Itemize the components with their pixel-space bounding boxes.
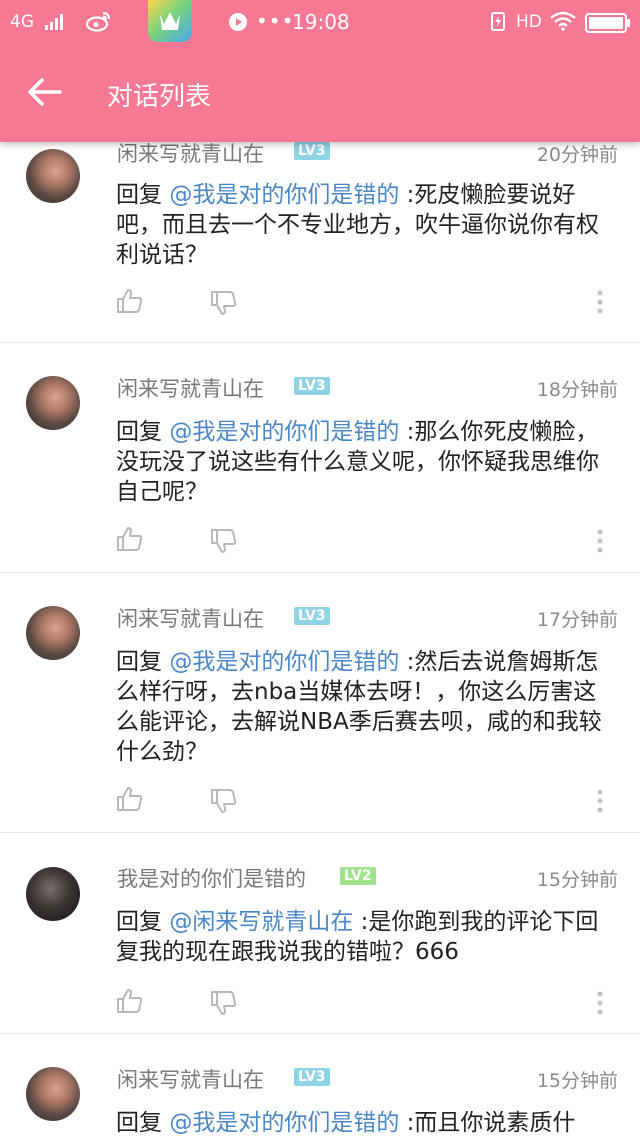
comment-item: 闲来写就青山在 LV3 20分钟前 回复 @我是对的你们是错的 :死皮懒脸要说好… (0, 142, 640, 343)
avatar[interactable] (26, 867, 80, 921)
media-play-icon (228, 12, 248, 36)
comment-item: 闲来写就青山在 LV3 18分钟前 回复 @我是对的你们是错的 :那么你死皮懒脸… (0, 343, 640, 573)
comment-content: 回复 @我是对的你们是错的 :然后去说詹姆斯怎么样行呀，去nba当媒体去呀！，你… (116, 647, 616, 767)
like-button[interactable] (116, 786, 144, 816)
charging-icon (490, 11, 506, 35)
thumbs-down-icon (211, 529, 237, 553)
like-button[interactable] (116, 288, 144, 318)
mention-link[interactable]: @我是对的你们是错的 (169, 182, 399, 208)
mention-link[interactable]: @我是对的你们是错的 (169, 419, 399, 445)
mention-link[interactable]: @我是对的你们是错的 (169, 649, 399, 675)
thumbs-up-icon (117, 527, 143, 551)
page-title: 对话列表 (107, 82, 212, 112)
comment-item: 闲来写就青山在 LV3 17分钟前 回复 @我是对的你们是错的 :然后去说詹姆斯… (0, 573, 640, 833)
like-button[interactable] (116, 988, 144, 1018)
reply-prefix: 回复 (116, 909, 170, 935)
more-options-button[interactable] (596, 290, 604, 318)
more-vertical-icon (597, 529, 603, 553)
dislike-button[interactable] (210, 528, 238, 558)
level-badge: LV3 (294, 1068, 330, 1086)
thumbs-up-icon (117, 289, 143, 313)
avatar[interactable] (26, 1067, 80, 1121)
comment-item: 我是对的你们是错的 LV2 15分钟前 回复 @闲来写就青山在 :是你跑到我的评… (0, 833, 640, 1034)
thumbs-down-icon (211, 291, 237, 315)
mention-link[interactable]: @我是对的你们是错的 (169, 1110, 399, 1136)
more-options-button[interactable] (596, 991, 604, 1019)
reply-prefix: 回复 (116, 1110, 170, 1136)
reply-prefix: 回复 (116, 182, 170, 208)
comment-content: 回复 @我是对的你们是错的 :而且你说素质什 (116, 1108, 616, 1138)
arrow-left-icon (28, 78, 62, 106)
hd-voice-label: HD (516, 12, 542, 32)
thumbs-up-icon (117, 989, 143, 1013)
comment-time: 15分钟前 (536, 869, 618, 891)
comment-time: 18分钟前 (536, 379, 618, 401)
thumbs-down-icon (211, 789, 237, 813)
comment-item: 闲来写就青山在 LV3 15分钟前 回复 @我是对的你们是错的 :而且你说素质什 (0, 1034, 640, 1138)
comment-content: 回复 @我是对的你们是错的 :死皮懒脸要说好吧，而且去一个不专业地方，吹牛逼你说… (116, 180, 616, 270)
avatar[interactable] (26, 606, 80, 660)
status-bar: 4G ••• 19:08 HD (0, 0, 640, 46)
reply-prefix: 回复 (116, 419, 170, 445)
dislike-button[interactable] (210, 990, 238, 1020)
battery-icon (585, 13, 631, 37)
avatar[interactable] (26, 376, 80, 430)
clock: 19:08 (292, 10, 350, 34)
like-button[interactable] (116, 526, 144, 556)
comment-content: 回复 @闲来写就青山在 :是你跑到我的评论下回复我的现在跟我说我的错啦？666 (116, 907, 616, 967)
more-options-button[interactable] (596, 789, 604, 817)
back-button[interactable] (24, 72, 72, 116)
more-notifications-icon: ••• (256, 9, 295, 33)
comment-time: 15分钟前 (536, 1070, 618, 1092)
comment-username[interactable]: 闲来写就青山在 (117, 373, 264, 403)
signal-icon (44, 13, 66, 35)
level-badge: LV2 (340, 867, 376, 885)
app-toolbar: 对话列表 (0, 46, 640, 142)
comment-content: 回复 @我是对的你们是错的 :那么你死皮懒脸，没玩没了说这些有什么意义呢，你怀疑… (116, 417, 616, 507)
comment-username[interactable]: 我是对的你们是错的 (117, 863, 306, 893)
level-badge: LV3 (294, 377, 330, 395)
more-vertical-icon (597, 290, 603, 314)
more-options-button[interactable] (596, 529, 604, 557)
weibo-icon (85, 10, 112, 36)
more-vertical-icon (597, 789, 603, 813)
thumbs-up-icon (117, 787, 143, 811)
network-type: 4G (10, 12, 34, 32)
level-badge: LV3 (294, 142, 330, 160)
dislike-button[interactable] (210, 788, 238, 818)
thumbs-down-icon (211, 991, 237, 1015)
avatar[interactable] (26, 149, 80, 203)
comment-time: 17分钟前 (536, 609, 618, 631)
comment-text: :而且你说素质什 (399, 1110, 576, 1136)
wifi-icon (550, 11, 576, 35)
comment-username[interactable]: 闲来写就青山在 (117, 142, 264, 168)
reply-prefix: 回复 (116, 649, 170, 675)
app-notification-icon (148, 0, 192, 42)
dislike-button[interactable] (210, 290, 238, 320)
comment-time: 20分钟前 (536, 144, 618, 166)
level-badge: LV3 (294, 607, 330, 625)
mention-link[interactable]: @闲来写就青山在 (169, 909, 353, 935)
more-vertical-icon (597, 991, 603, 1015)
comment-username[interactable]: 闲来写就青山在 (117, 1064, 264, 1094)
conversation-list[interactable]: 闲来写就青山在 LV3 20分钟前 回复 @我是对的你们是错的 :死皮懒脸要说好… (0, 142, 640, 1138)
comment-username[interactable]: 闲来写就青山在 (117, 603, 264, 633)
